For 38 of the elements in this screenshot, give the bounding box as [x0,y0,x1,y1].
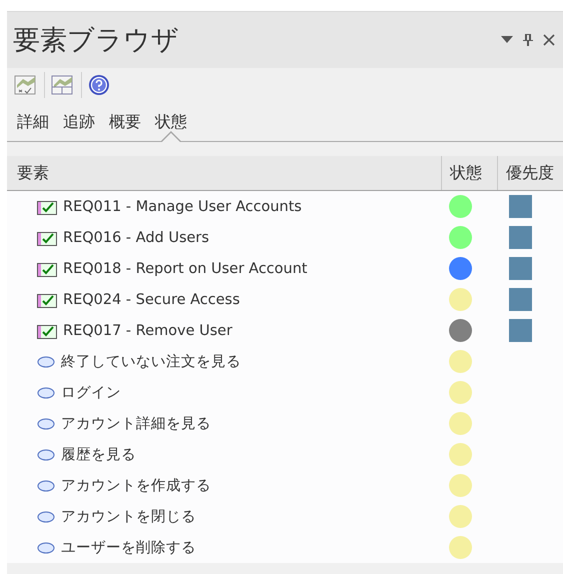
column-header[interactable]: 状態 [441,156,497,190]
window-title: 要素ブラウザ [13,24,180,58]
pin-icon[interactable] [523,33,533,47]
element-name[interactable]: アカウント詳細を見る [61,414,211,433]
element-name[interactable]: アカウントを閉じる [61,507,196,526]
element-name[interactable]: アカウントを作成する [61,476,211,495]
element-name[interactable]: ログイン [61,383,121,402]
element-name[interactable]: REQ018 - Report on User Account [63,260,308,276]
use-case-icon [37,542,55,554]
element-name[interactable]: REQ017 - Remove User [63,322,232,338]
element-name[interactable]: 履歴を見る [61,445,136,464]
tab[interactable]: 詳細 [17,110,49,142]
requirement-icon [37,322,57,338]
requirement-icon [37,230,57,246]
column-header[interactable]: 優先度 [497,156,563,190]
use-case-icon [37,510,55,522]
tab[interactable]: 追跡 [63,110,95,142]
chart-check-icon[interactable] [14,73,38,97]
requirement-icon [37,198,57,214]
element-name[interactable]: REQ016 - Add Users [63,230,210,246]
close-icon[interactable] [543,34,555,46]
requirement-icon [37,292,57,308]
element-name[interactable]: ユーザーを削除する [61,538,196,557]
help-icon[interactable] [88,74,110,96]
column-header[interactable]: 要素 [7,156,441,190]
dropdown-icon[interactable] [501,36,513,44]
use-case-icon [37,418,55,430]
use-case-icon [37,386,55,398]
element-name[interactable]: REQ011 - Manage User Accounts [63,198,302,214]
requirement-icon [37,260,57,276]
use-case-icon [37,480,55,492]
use-case-icon [37,356,55,368]
chart-table-icon[interactable] [51,73,75,97]
element-name[interactable]: REQ024 - Secure Access [63,292,240,308]
element-name[interactable]: 終了していない注文を見る [61,352,241,371]
tab[interactable]: 概要 [109,110,141,142]
use-case-icon [37,448,55,460]
tab[interactable]: 状態 [155,110,187,142]
